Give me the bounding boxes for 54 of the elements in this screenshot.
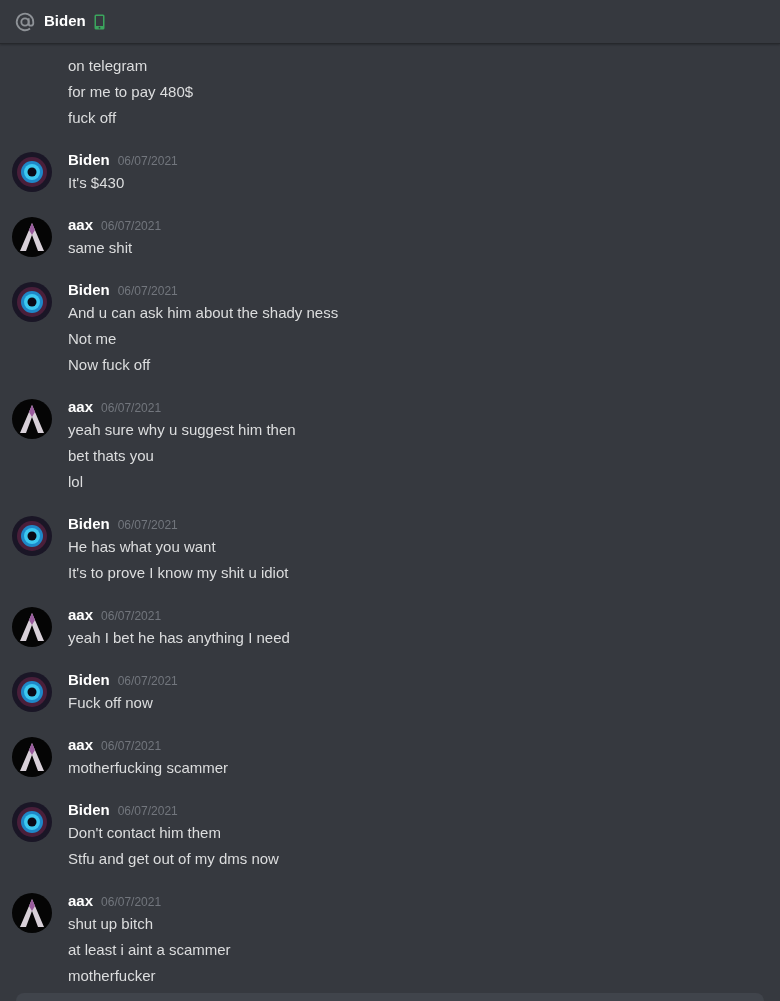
timestamp: 06/07/2021	[101, 608, 162, 625]
user-avatar[interactable]	[12, 217, 52, 257]
username[interactable]: aax	[68, 214, 94, 236]
user-avatar[interactable]	[12, 737, 52, 777]
timestamp: 06/07/2021	[117, 673, 178, 690]
message-text: yeah sure why u suggest him then	[68, 420, 296, 440]
user-avatar[interactable]	[12, 672, 52, 712]
timestamp: 06/07/2021	[101, 218, 162, 235]
username[interactable]: Biden	[68, 669, 110, 691]
message-text: at least i aint a scammer	[68, 940, 231, 960]
message-text: It's $430	[68, 173, 125, 193]
timestamp: 06/07/2021	[117, 517, 178, 534]
message-text: fuck off	[68, 108, 117, 128]
message-text: He has what you want	[68, 537, 216, 557]
message-text: Not me	[68, 329, 117, 349]
user-avatar[interactable]	[12, 893, 52, 933]
message-text: bet thats you	[68, 446, 154, 466]
timestamp: 06/07/2021	[117, 803, 178, 820]
username[interactable]: aax	[68, 604, 94, 626]
user-avatar[interactable]	[12, 802, 52, 842]
message-text: Don't contact him them	[68, 823, 221, 843]
username[interactable]: aax	[68, 396, 94, 418]
message-text: Fuck off now	[68, 693, 153, 713]
message-text: on telegram	[68, 56, 148, 76]
message-text: motherfucking scammer	[68, 758, 229, 778]
user-avatar[interactable]	[12, 516, 52, 556]
user-avatar[interactable]	[12, 607, 52, 647]
username[interactable]: Biden	[68, 149, 110, 171]
timestamp: 06/07/2021	[117, 283, 178, 300]
mention-icon	[14, 10, 36, 33]
username[interactable]: Biden	[68, 799, 110, 821]
message-text: shut up bitch	[68, 914, 154, 934]
message-text: lol	[68, 472, 83, 492]
message-text: for me to pay 480$	[68, 82, 194, 102]
username[interactable]: aax	[68, 734, 94, 756]
user-avatar[interactable]	[12, 399, 52, 439]
timestamp: 06/07/2021	[117, 153, 178, 170]
user-avatar[interactable]	[12, 152, 52, 192]
username[interactable]: aax	[68, 890, 94, 912]
username[interactable]: Biden	[68, 279, 110, 301]
timestamp: 06/07/2021	[101, 400, 162, 417]
message-text: Now fuck off	[68, 355, 151, 375]
username[interactable]: Biden	[68, 513, 110, 535]
message-text: Stfu and get out of my dms now	[68, 849, 279, 869]
message-text: And u can ask him about the shady ness	[68, 303, 339, 323]
message-text: It's to prove I know my shit u idiot	[68, 563, 289, 583]
phone-icon	[93, 13, 105, 30]
channel-title: Biden	[44, 11, 86, 32]
message-text: yeah I bet he has anything I need	[68, 628, 290, 648]
message-text: motherfucker	[68, 966, 156, 986]
user-avatar[interactable]	[12, 282, 52, 322]
timestamp: 06/07/2021	[101, 738, 162, 755]
timestamp: 06/07/2021	[101, 894, 162, 911]
message-text: same shit	[68, 238, 133, 258]
